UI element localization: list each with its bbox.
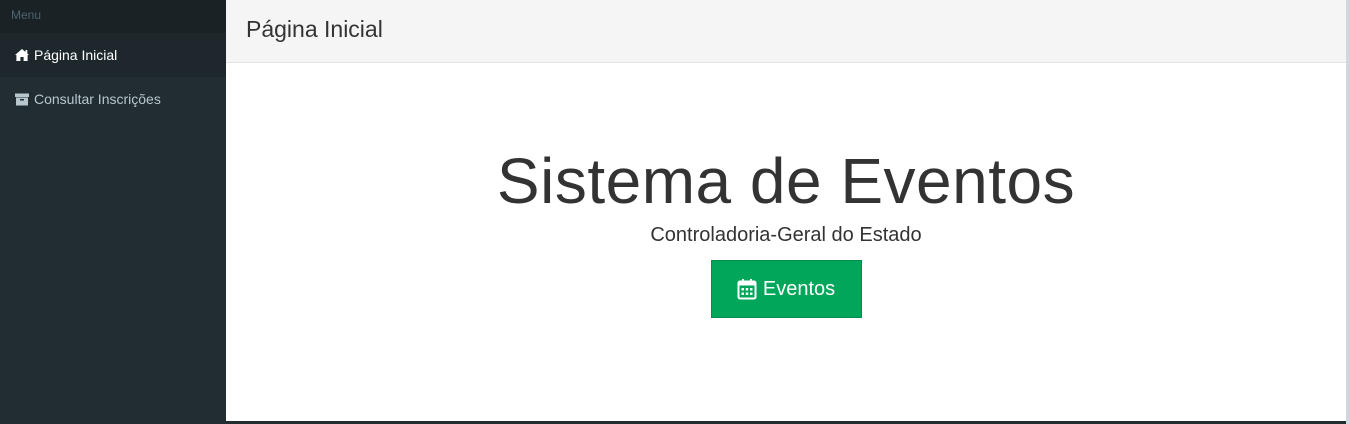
home-icon [14, 48, 30, 62]
main-content: Página Inicial Sistema de Eventos Contro… [226, 0, 1346, 421]
sidebar: Menu Página Inicial Consultar Inscrições [0, 0, 226, 424]
archive-icon [14, 92, 30, 106]
content-header: Página Inicial [226, 0, 1346, 63]
eventos-button-label: Eventos [762, 277, 836, 300]
calendar-icon [737, 278, 757, 300]
hero-title: Sistema de Eventos [496, 145, 1076, 217]
hero-subtitle: Controladoria-Geral do Estado [650, 224, 922, 246]
eventos-button[interactable]: Eventos [710, 260, 862, 318]
page-title: Página Inicial [246, 15, 383, 42]
hero-section: Sistema de Eventos Controladoria-Geral d… [226, 63, 1346, 318]
sidebar-item-label: Consultar Inscrições [34, 91, 161, 107]
sidebar-item-consultar-inscricoes[interactable]: Consultar Inscrições [0, 77, 226, 121]
sidebar-menu-header: Menu [0, 0, 226, 33]
sidebar-item-pagina-inicial[interactable]: Página Inicial [0, 33, 226, 77]
sidebar-item-label: Página Inicial [34, 47, 118, 63]
